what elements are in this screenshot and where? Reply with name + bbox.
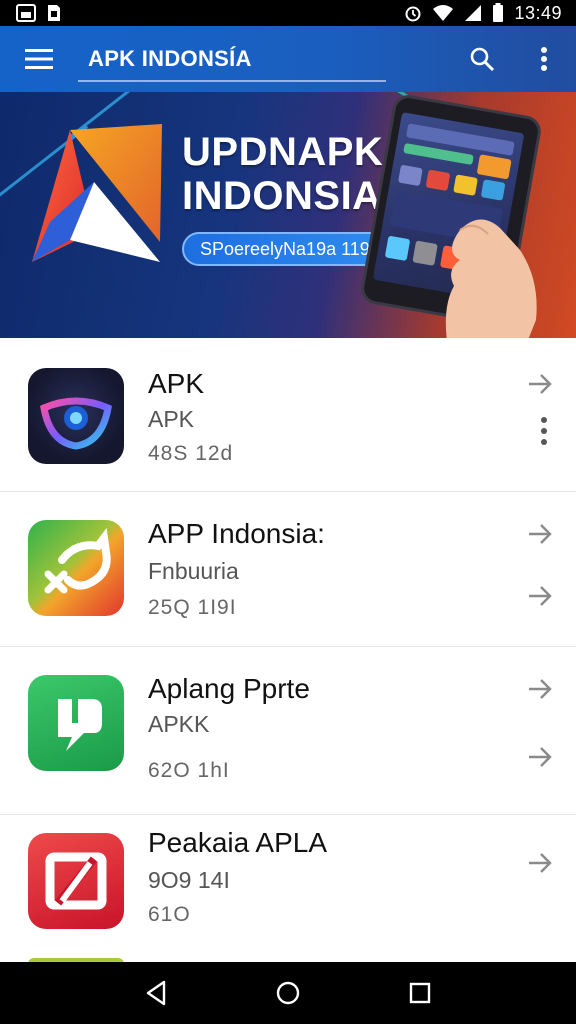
battery-icon (493, 3, 504, 22)
back-button[interactable] (136, 973, 176, 1013)
banner-pill-button[interactable]: SPoereelyNa19a 119 (182, 232, 388, 266)
search-button[interactable] (460, 37, 504, 81)
search-icon (470, 47, 495, 72)
list-item[interactable]: Peakaia APLA 9O9 14I 61O (0, 815, 576, 963)
overflow-menu-button[interactable] (522, 37, 566, 81)
app-meta: 62O 1hI (148, 759, 230, 782)
app-list: APK APK 48S 12d APP Indonsia: Fnbuuria 2… (0, 338, 576, 963)
app-name: APK (148, 368, 205, 399)
alarm-icon (405, 6, 421, 22)
app-icon-aplang (28, 675, 124, 771)
app-meta: 48S 12d (148, 442, 234, 465)
apk-logo-icon (32, 124, 162, 262)
home-button[interactable] (268, 973, 308, 1013)
app-subtitle: APK (148, 406, 195, 432)
arrow-right-icon[interactable] (526, 743, 554, 771)
wifi-icon (433, 5, 454, 21)
menu-icon (25, 49, 53, 69)
clock-time: 13:49 (514, 2, 562, 23)
sim-icon (48, 5, 60, 21)
app-subtitle: 9O9 14I (148, 867, 230, 893)
arrow-right-icon[interactable] (526, 675, 554, 703)
app-name: Peakaia APLA (148, 827, 328, 858)
broken-square-icon (45, 852, 107, 910)
menu-button[interactable] (0, 26, 78, 92)
app-subtitle: APKK (148, 711, 210, 737)
app-subtitle: Fnbuuria (148, 558, 239, 584)
recents-button[interactable] (400, 973, 440, 1013)
list-item[interactable]: APP Indonsia: Fnbuuria 25Q 1I9I (0, 492, 576, 647)
bird-icon (44, 527, 111, 594)
hand-illustration (445, 219, 537, 338)
list-item[interactable]: APK APK 48S 12d (0, 338, 576, 492)
app-icon-peakaia (28, 833, 124, 929)
status-bar: 13:49 (0, 0, 576, 26)
signal-icon (465, 5, 482, 21)
arrow-right-icon[interactable] (526, 849, 554, 877)
back-icon (146, 980, 166, 1006)
lens-icon (40, 397, 112, 450)
arrow-right-icon[interactable] (526, 370, 554, 398)
app-name: APP Indonsia: (148, 518, 325, 549)
app-bar: APK INDONSÍA (0, 26, 576, 92)
banner-title-line2: INDONSIA (182, 174, 382, 218)
app-name: Aplang Pprte (148, 673, 310, 704)
app-meta: 61O (148, 903, 191, 926)
home-icon (276, 981, 300, 1005)
phone-tile-icon (58, 699, 102, 751)
promo-banner[interactable]: UPDNAPK INDONSIA SPoereelyNa19a 119 (0, 92, 576, 338)
banner-title: UPDNAPK INDONSIA (182, 130, 383, 218)
more-vert-icon (541, 47, 547, 71)
more-vert-icon[interactable] (538, 416, 550, 446)
app-icon-indonsia (28, 520, 124, 616)
banner-title-line1: UPDNAPK (182, 130, 384, 174)
arrow-right-icon[interactable] (526, 520, 554, 548)
recents-icon (409, 982, 431, 1004)
arrow-right-icon[interactable] (526, 582, 554, 610)
system-nav-bar (0, 962, 576, 1024)
app-meta: 25Q 1I9I (148, 596, 237, 619)
app-icon-lens (28, 368, 124, 464)
app-title: APK INDONSÍA (78, 46, 386, 82)
image-icon (16, 4, 36, 22)
list-item[interactable]: Aplang Pprte APKK 62O 1hI (0, 647, 576, 815)
